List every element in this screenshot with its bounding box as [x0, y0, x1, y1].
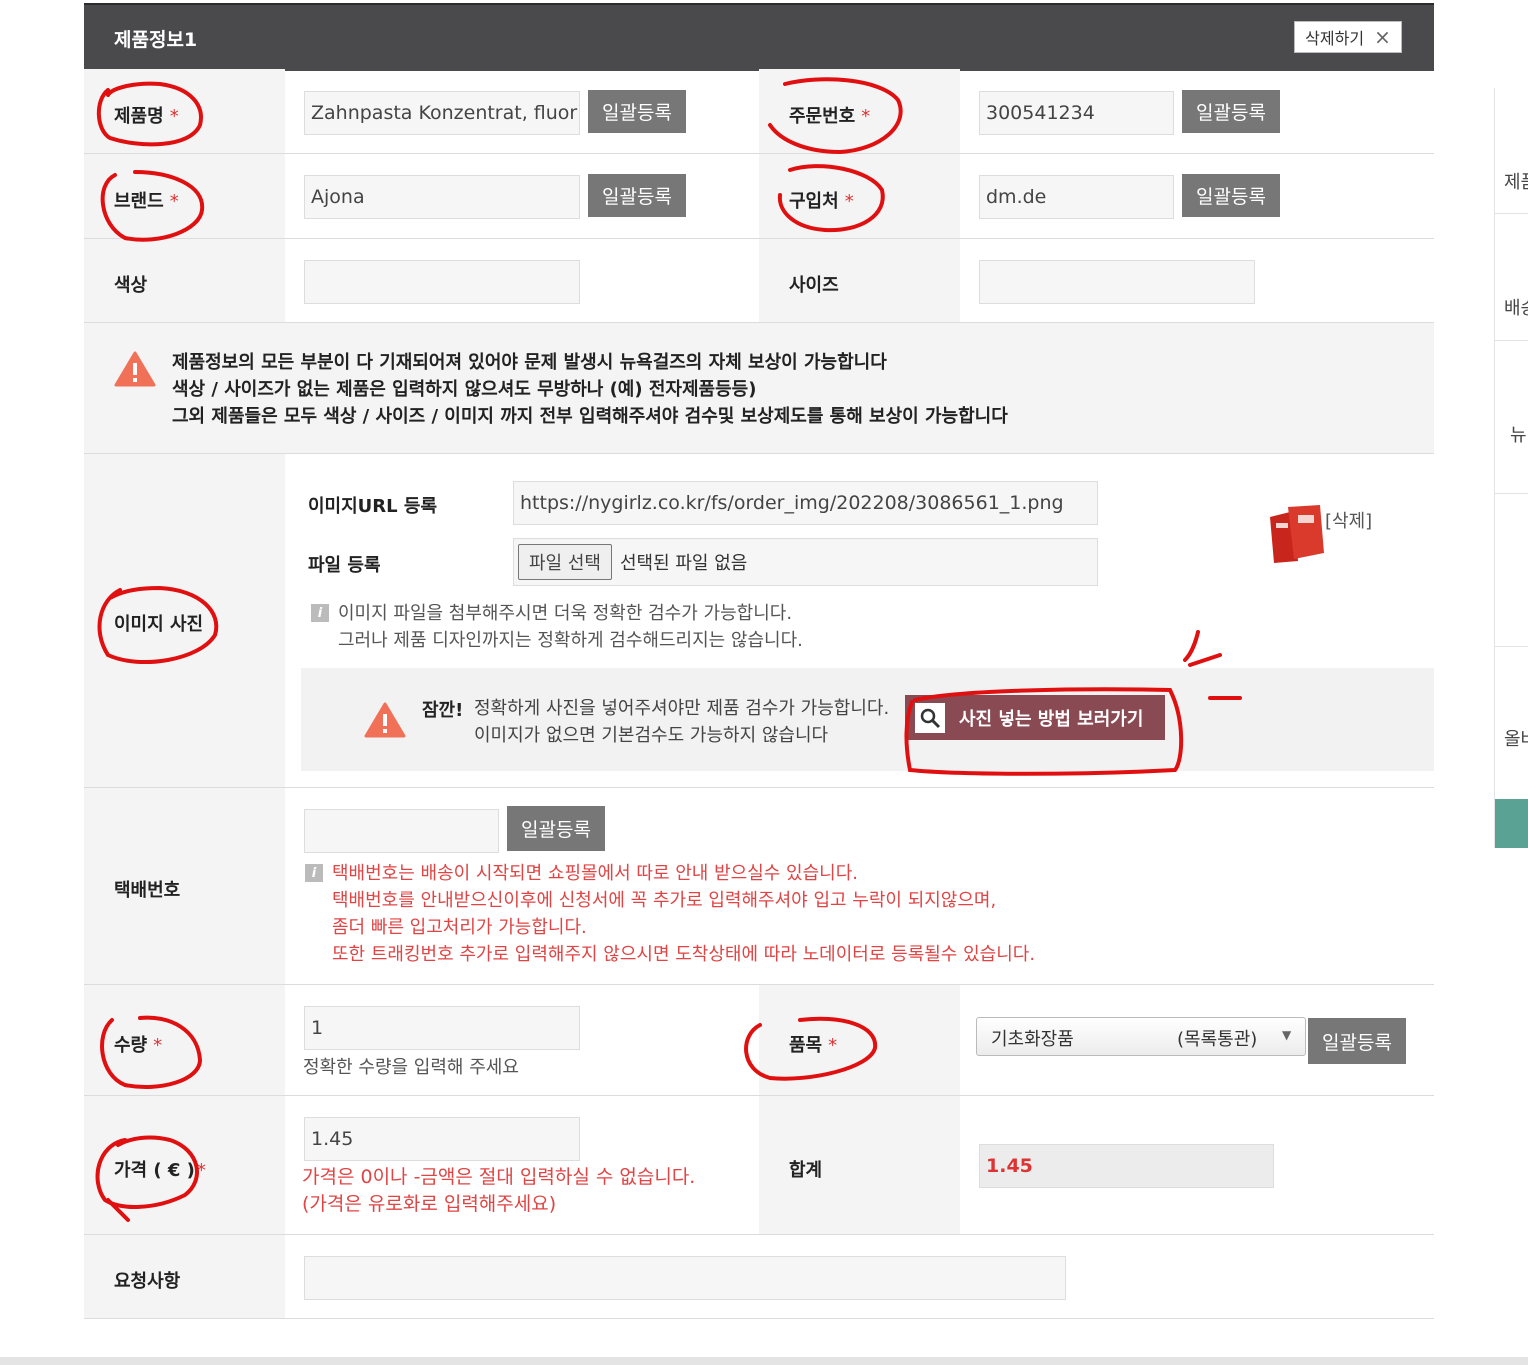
image-url-input[interactable]: https://nygirlz.co.kr/fs/order_img/20220… — [513, 481, 1098, 525]
warning-line: 이미지가 없으면 기본검수도 가능하지 않습니다 — [474, 725, 829, 746]
image-help-line: 이미지 파일을 첨부해주시면 더욱 정확한 검수가 가능합니다. — [338, 603, 793, 624]
info-icon: i — [305, 864, 323, 882]
total-value: 1.45 — [979, 1144, 1274, 1188]
image-label: 이미지 사진 — [114, 614, 204, 635]
tracking-note: 또한 트래킹번호 추가로 입력해주지 않으시면 도착상태에 따라 노데이터로 등… — [332, 944, 1036, 965]
file-upload-label: 파일 등록 — [308, 555, 381, 576]
brand-label: 브랜드 * — [114, 191, 179, 212]
search-icon — [915, 702, 945, 733]
side-menu: 제품 배송 뉴 올바 — [1494, 88, 1528, 848]
tracking-label: 택배번호 — [114, 880, 181, 901]
order-number-input[interactable]: 300541234 — [979, 91, 1174, 135]
image-url-label: 이미지URL 등록 — [308, 496, 438, 517]
side-menu-accent-button[interactable] — [1495, 799, 1528, 848]
tracking-input[interactable] — [304, 809, 499, 853]
delete-label: 삭제하기 — [1305, 29, 1365, 48]
store-input[interactable]: dm.de — [979, 175, 1174, 219]
image-delete-link[interactable]: [삭제] — [1325, 507, 1372, 533]
page-bottom-edge — [0, 1357, 1528, 1365]
store-label: 구입처 * — [789, 191, 854, 212]
category-selected: 기초화장품 — [991, 1029, 1074, 1050]
tracking-note: 택배번호는 배송이 시작되면 쇼핑몰에서 따로 안내 받으실수 있습니다. — [332, 863, 859, 884]
warning-icon — [364, 702, 406, 738]
color-input[interactable] — [304, 260, 580, 304]
notice-line: 제품정보의 모든 부분이 다 기재되어져 있어야 문제 발생시 뉴욕걸즈의 자체… — [172, 352, 887, 373]
product-name-bulk-button[interactable]: 일괄등록 — [588, 90, 686, 133]
size-input[interactable] — [979, 260, 1255, 304]
file-status: 선택된 파일 없음 — [619, 553, 748, 574]
product-name-label: 제품명 * — [114, 106, 179, 127]
label-column-bottom-right — [759, 985, 960, 1234]
size-label: 사이즈 — [789, 275, 839, 296]
brand-input[interactable]: Ajona — [304, 175, 580, 219]
section-title: 제품정보1 — [114, 29, 198, 51]
price-note: (가격은 유로화로 입력해주세요) — [302, 1193, 557, 1215]
request-input[interactable] — [304, 1256, 1066, 1300]
warning-icon — [114, 351, 156, 387]
info-icon: i — [311, 604, 329, 622]
side-menu-item[interactable]: 제품 — [1504, 168, 1528, 194]
howto-photo-button[interactable]: 사진 넣는 방법 보러가기 — [905, 695, 1165, 740]
tracking-note: 택배번호를 안내받으신이후에 신청서에 꼭 추가로 입력해주셔야 입고 누락이 … — [332, 890, 997, 911]
warning-title: 잠깐! — [422, 700, 464, 721]
side-menu-item[interactable]: 뉴 — [1510, 421, 1527, 447]
close-icon: × — [1374, 25, 1391, 49]
quantity-hint: 정확한 수량을 입력해 주세요 — [303, 1057, 519, 1078]
total-label: 합계 — [789, 1160, 823, 1181]
order-number-bulk-button[interactable]: 일괄등록 — [1182, 90, 1280, 133]
tracking-note: 좀더 빠른 입고처리가 가능합니다. — [332, 917, 587, 938]
product-thumbnail — [1270, 505, 1324, 563]
order-number-label: 주문번호 * — [789, 106, 871, 127]
category-bulk-button[interactable]: 일괄등록 — [1308, 1018, 1406, 1064]
chevron-down-icon: ▼ — [1282, 1028, 1292, 1042]
color-label: 색상 — [114, 275, 148, 296]
side-menu-item[interactable]: 배송 — [1504, 294, 1528, 320]
price-label: 가격 ( € ) * — [114, 1160, 206, 1181]
notice-box: 제품정보의 모든 부분이 다 기재되어져 있어야 문제 발생시 뉴욕걸즈의 자체… — [84, 323, 1434, 453]
product-name-input[interactable]: Zahnpasta Konzentrat, fluoric — [304, 91, 580, 135]
delete-product-button[interactable]: 삭제하기 × — [1294, 21, 1402, 53]
brand-bulk-button[interactable]: 일괄등록 — [588, 174, 686, 217]
category-select[interactable]: 기초화장품 (목록통관) ▼ — [976, 1017, 1306, 1056]
category-label: 품목 * — [789, 1035, 838, 1056]
tracking-bulk-button[interactable]: 일괄등록 — [507, 806, 605, 851]
price-note: 가격은 0이나 -금액은 절대 입력하실 수 없습니다. — [302, 1166, 696, 1188]
quantity-label: 수량 * — [114, 1035, 163, 1056]
howto-label: 사진 넣는 방법 보러가기 — [959, 708, 1144, 730]
quantity-input[interactable]: 1 — [304, 1006, 580, 1050]
warning-line: 정확하게 사진을 넣어주셔야만 제품 검수가 가능합니다. — [474, 698, 890, 719]
store-bulk-button[interactable]: 일괄등록 — [1182, 174, 1280, 217]
image-help-line: 그러나 제품 디자인까지는 정확하게 검수해드리지는 않습니다. — [338, 630, 803, 651]
category-selected-note: (목록통관) — [1177, 1029, 1258, 1050]
notice-line: 색상 / 사이즈가 없는 제품은 입력하지 않으셔도 무방하나 (예) 전자제품… — [172, 379, 757, 400]
product-section-header: 제품정보1 삭제하기 × — [84, 3, 1434, 71]
price-input[interactable]: 1.45 — [304, 1117, 580, 1161]
side-menu-item[interactable]: 올바 — [1504, 725, 1528, 751]
notice-line: 그외 제품들은 모두 색상 / 사이즈 / 이미지 까지 전부 입력해주셔야 검… — [172, 406, 1008, 427]
request-label: 요청사항 — [114, 1271, 181, 1292]
file-select-button[interactable]: 파일 선택 — [518, 544, 612, 580]
file-upload-field[interactable]: 파일 선택 선택된 파일 없음 — [513, 538, 1098, 586]
